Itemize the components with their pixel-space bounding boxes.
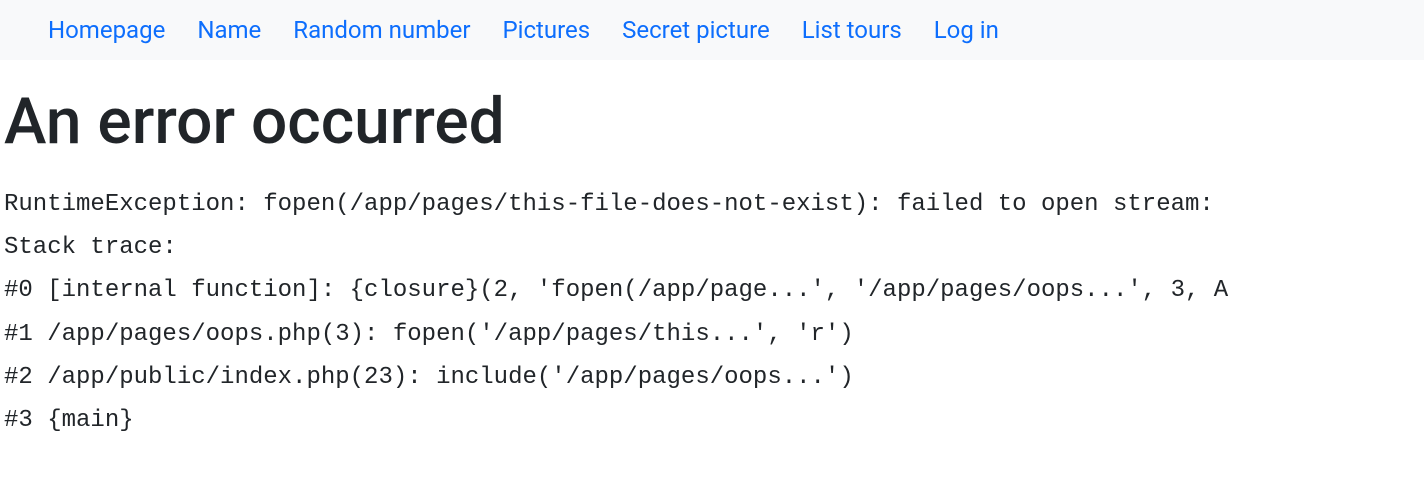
nav-link-random-number[interactable]: Random number [293,16,470,44]
content: An error occurred RuntimeException: fope… [0,60,1424,450]
page-title: An error occurred [0,84,1424,159]
error-trace: RuntimeException: fopen(/app/pages/this-… [0,183,1424,450]
nav-link-list-tours[interactable]: List tours [802,16,902,44]
nav-link-pictures[interactable]: Pictures [502,16,590,44]
nav-link-name[interactable]: Name [197,16,261,44]
nav-link-homepage[interactable]: Homepage [48,16,165,44]
nav-link-log-in[interactable]: Log in [934,16,999,44]
nav-link-secret-picture[interactable]: Secret picture [622,16,770,44]
navbar: Homepage Name Random number Pictures Sec… [0,0,1424,60]
